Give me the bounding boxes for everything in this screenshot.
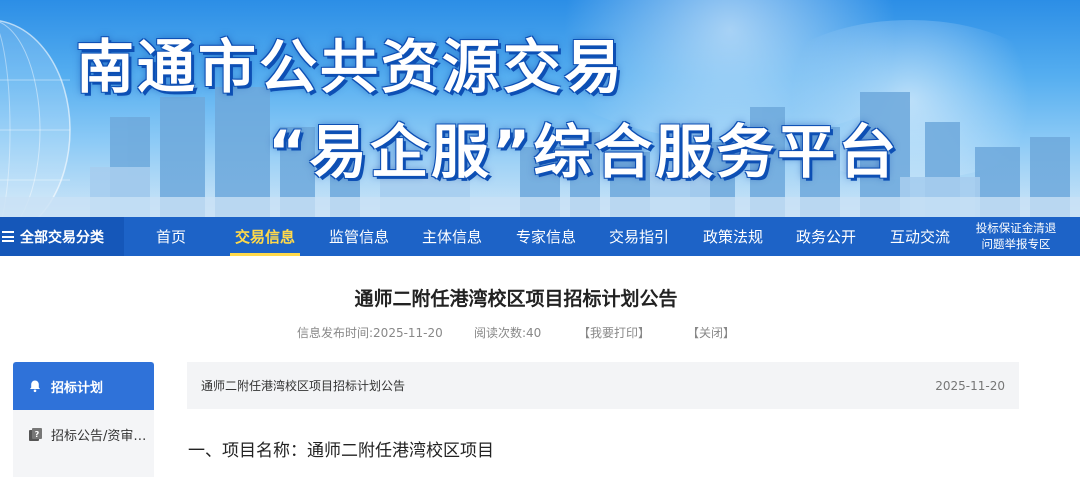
document-row[interactable]: 通师二附任港湾校区项目招标计划公告 2025-11-20	[187, 362, 1019, 409]
nav-item-expert[interactable]: 专家信息	[509, 217, 583, 256]
document-date: 2025-11-20	[935, 378, 1005, 393]
header-banner: 南通市公共资源交易 “易企服”综合服务平台	[0, 0, 1080, 217]
menu-icon	[2, 231, 14, 242]
banner-title-line1: 南通市公共资源交易	[76, 33, 626, 101]
nav-item-gov-affairs[interactable]: 政务公开	[789, 217, 863, 256]
sidebar-item-bid-notice[interactable]: ? 招标公告/资审…	[13, 410, 154, 458]
sidebar-item-label: 招标计划	[51, 380, 104, 396]
special-zone-line1: 投标保证金清退	[975, 221, 1057, 235]
document-question-icon: ?	[27, 426, 43, 442]
close-link[interactable]: 【关闭】	[687, 324, 735, 341]
bell-icon	[27, 378, 43, 394]
document-name: 通师二附任港湾校区项目招标计划公告	[201, 379, 406, 393]
banner-title-line2: “易企服”综合服务平台	[268, 118, 900, 186]
svg-text:?: ?	[34, 430, 39, 439]
nav-item-home[interactable]: 首页	[148, 217, 194, 256]
nav-item-trade-info[interactable]: 交易信息	[228, 217, 302, 256]
publish-time: 信息发布时间:2025-11-20	[297, 326, 443, 340]
read-count: 阅读次数:40	[474, 326, 542, 340]
special-zone-line2: 问题举报专区	[981, 237, 1051, 251]
nav-item-interaction[interactable]: 互动交流	[883, 217, 957, 256]
all-categories-label: 全部交易分类	[20, 229, 104, 246]
sidebar: 招标计划 ? 招标公告/资审…	[13, 362, 154, 477]
project-name-heading: 一、项目名称：通师二附任港湾校区项目	[188, 441, 494, 461]
print-link[interactable]: 【我要打印】	[578, 324, 650, 341]
page-title: 通师二附任港湾校区项目招标计划公告	[354, 288, 678, 310]
nav-item-supervision[interactable]: 监管信息	[322, 217, 396, 256]
main-nav: 全部交易分类 首页 交易信息 监管信息 主体信息 专家信息 交易指引 政策法规 …	[0, 217, 1080, 256]
nav-item-policy[interactable]: 政策法规	[696, 217, 770, 256]
nav-item-entity[interactable]: 主体信息	[415, 217, 489, 256]
all-categories-button[interactable]: 全部交易分类	[0, 217, 124, 256]
sidebar-item-label: 招标公告/资审…	[51, 428, 147, 444]
nav-item-guide[interactable]: 交易指引	[602, 217, 676, 256]
nav-item-special-zone[interactable]: 投标保证金清退 问题举报专区	[966, 220, 1066, 254]
sidebar-item-bid-plan[interactable]: 招标计划	[13, 362, 154, 410]
